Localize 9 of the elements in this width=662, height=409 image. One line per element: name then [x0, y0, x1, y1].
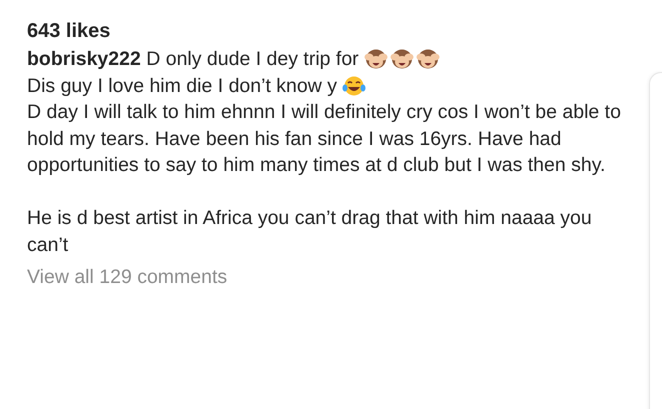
- likes-count[interactable]: 643 likes: [27, 16, 635, 46]
- caption-text: Dis guy I love him die I don’t know y: [27, 74, 337, 98]
- monkey-covering-eyes-icon: [390, 48, 414, 70]
- caption-text: He is d best artist in Africa you can’t drag that with him naaaa you can’t: [27, 206, 593, 258]
- laughing-tears-icon: [342, 74, 366, 97]
- caption-text: bobrisky222 D only dude I dey trip for: [27, 47, 359, 72]
- caption-text: D day I will talk to him ehnnn I will definitely cry cos I won’t be able to hold my tears. Have been his fan since I was 16yrs. Have had opportunities to say to him many times at d club but I was then shy.: [27, 100, 622, 178]
- monkey-covering-eyes-icon: [416, 48, 440, 70]
- monkey-covering-eyes-icon: [364, 48, 388, 70]
